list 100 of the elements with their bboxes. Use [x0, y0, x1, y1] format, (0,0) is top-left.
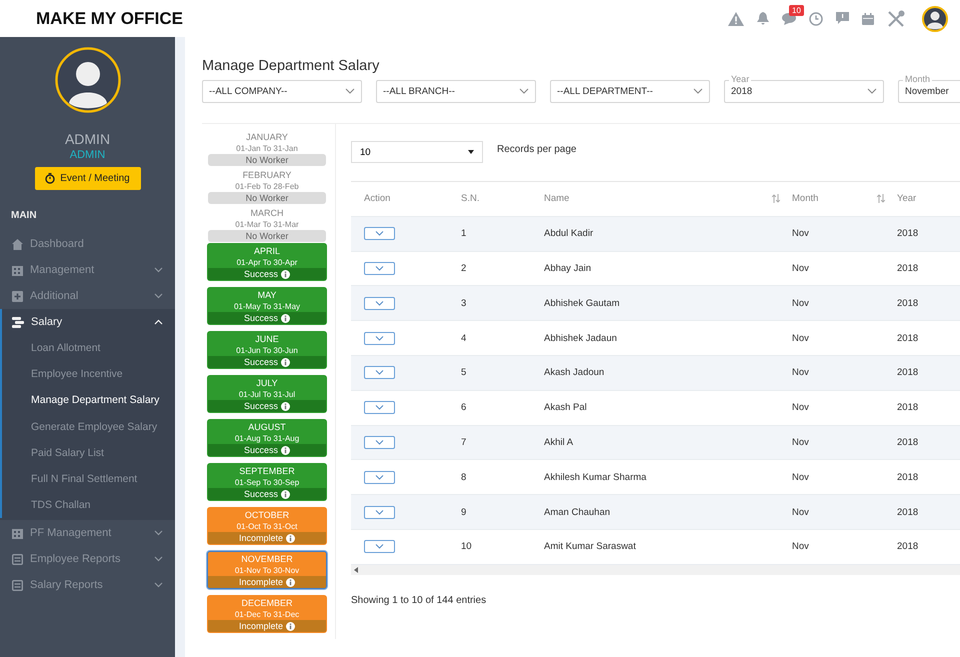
info-icon	[281, 490, 290, 498]
submenu-item[interactable]: Full N Final Settlement	[0, 466, 175, 492]
submenu-item[interactable]: Manage Department Salary	[0, 387, 175, 414]
month-card[interactable]: JULY 01-Jul To 31-Jul Success	[207, 375, 327, 413]
submenu-item[interactable]: Paid Salary List	[0, 440, 175, 466]
caret-icon	[375, 510, 384, 515]
month-card[interactable]: DECEMBER 01-Dec To 31-Dec Incomplete	[207, 595, 327, 633]
nav-item[interactable]: Salary Reports	[0, 572, 175, 598]
month-card[interactable]: FEBRUARY 01-Feb To 28-Feb No Worker	[207, 167, 327, 205]
clock-icon[interactable]	[809, 12, 823, 26]
bell-icon[interactable]	[757, 12, 769, 25]
info-icon	[281, 270, 290, 278]
month-card[interactable]: NOVEMBER 01-Nov To 30-Nov Incomplete	[207, 551, 327, 589]
table-cell-text: 2018	[897, 541, 920, 552]
table-cell-text: 2018	[897, 402, 920, 414]
table-cell-text: Abdul Kadir	[544, 228, 594, 240]
month-card[interactable]: AUGUST 01-Aug To 31-Aug Success	[207, 419, 327, 457]
message-icon[interactable]	[836, 12, 849, 25]
filter-dropdown[interactable]: --ALL DEPARTMENT--	[550, 74, 710, 103]
table-cell-text: Abhishek Gautam	[544, 298, 621, 309]
timer-icon	[45, 173, 56, 184]
table-cell-text: Nov	[792, 402, 810, 414]
filter-dropdown[interactable]: Year 2018	[724, 74, 884, 103]
table-cell-text: Nov	[792, 298, 810, 309]
table-cell-text: 2	[461, 262, 468, 274]
month-card[interactable]: MARCH 01-Mar To 31-Mar No Worker	[207, 205, 327, 243]
notification-badge: 10	[789, 4, 804, 16]
info-icon	[286, 534, 296, 542]
user-role: ADMIN	[68, 149, 106, 161]
filter-dropdown[interactable]: --ALL COMPANY--	[202, 74, 362, 103]
action-button[interactable]	[364, 506, 395, 519]
sort-icon[interactable]	[877, 194, 885, 204]
calendar-icon[interactable]	[862, 12, 874, 24]
submenu-item[interactable]: Employee Incentive	[0, 361, 175, 388]
caret-icon	[519, 88, 529, 94]
table-cell-text: 7	[461, 436, 468, 448]
table-cell-text: 2018	[897, 228, 920, 240]
action-button[interactable]	[364, 332, 395, 345]
caret-icon	[375, 544, 384, 550]
horizontal-scrollbar[interactable]	[351, 564, 960, 575]
scroll-left-icon[interactable]	[354, 566, 359, 573]
user-name: ADMIN	[64, 131, 112, 147]
table-cell-text: Nov	[792, 436, 810, 448]
avatar[interactable]	[922, 6, 948, 32]
caret-icon	[693, 88, 703, 94]
table-cell-text: Nov	[792, 472, 810, 483]
entries-info: Showing 1 to 10 of 144 entries	[351, 594, 488, 606]
nav-item[interactable]: PF Management	[0, 520, 175, 546]
table-cell-text: 8	[461, 472, 468, 483]
action-button[interactable]	[364, 401, 395, 414]
month-card[interactable]: APRIL 01-Apr To 30-Apr Success	[207, 243, 327, 281]
month-card[interactable]: OCTOBER 01-Oct To 31-Oct Incomplete	[207, 507, 327, 545]
table-cell-text: 2018	[897, 298, 920, 309]
submenu-item[interactable]: Generate Employee Salary	[0, 414, 175, 440]
table-cell-text: 2018	[897, 436, 920, 448]
table-cell-text: Akhil A	[544, 436, 574, 448]
column-header[interactable]: Month	[792, 193, 897, 204]
month-card[interactable]: JUNE 01-Jun To 30-Jun Success	[207, 331, 327, 369]
action-button[interactable]	[364, 296, 395, 310]
month-card[interactable]: JANUARY 01-Jan To 31-Jan No Worker	[207, 129, 327, 167]
action-button[interactable]	[364, 227, 395, 240]
caret-icon	[468, 150, 474, 154]
filter-dropdown[interactable]: --ALL BRANCH--	[376, 74, 536, 103]
sort-icon[interactable]	[772, 194, 780, 204]
app-logo: MAKE MY OFFICE	[36, 8, 184, 28]
month-card[interactable]: MAY 01-May To 31-May Success	[207, 287, 327, 325]
caret-icon	[375, 405, 384, 410]
table-cell-text: 2018	[897, 506, 920, 518]
tools-icon[interactable]	[887, 10, 905, 28]
action-button[interactable]	[364, 540, 395, 554]
table-cell-text: 2018	[897, 472, 920, 483]
action-button[interactable]	[364, 262, 395, 275]
event-meeting-button[interactable]: Event / Meeting	[34, 167, 140, 190]
user-avatar	[54, 47, 120, 113]
column-header[interactable]: Name	[544, 193, 792, 204]
building-icon	[12, 528, 23, 539]
table-cell-text: 2018	[897, 262, 920, 274]
caret-icon	[867, 88, 877, 94]
nav-item[interactable]: Additional	[0, 283, 175, 309]
plus-box-icon	[12, 290, 23, 302]
column-header: S.N.	[461, 193, 480, 204]
table-cell-text: Nov	[792, 541, 810, 552]
table-cell-text: Abhishek Jadaun	[544, 332, 618, 344]
action-button[interactable]	[364, 470, 395, 484]
money-icon	[12, 316, 24, 328]
table-cell-text: 9	[461, 506, 468, 518]
action-button[interactable]	[364, 436, 395, 449]
table-cell-text: Akash Pal	[544, 402, 588, 414]
nav-item[interactable]: Management	[0, 257, 175, 283]
submenu-item[interactable]: TDS Challan	[0, 492, 175, 518]
nav-item[interactable]: Employee Reports	[0, 546, 175, 572]
caret-icon	[375, 266, 384, 271]
month-card[interactable]: SEPTEMBER 01-Sep To 30-Sep Success	[207, 463, 327, 501]
page-size-dropdown[interactable]: 10	[351, 141, 483, 163]
page-size-label: Records per page	[497, 144, 576, 154]
action-button[interactable]	[364, 366, 395, 380]
nav-item[interactable]: Dashboard	[0, 231, 175, 257]
table-cell-text: 3	[461, 298, 468, 309]
submenu-item[interactable]: Loan Allotment	[0, 335, 175, 362]
warning-icon[interactable]	[728, 12, 744, 26]
